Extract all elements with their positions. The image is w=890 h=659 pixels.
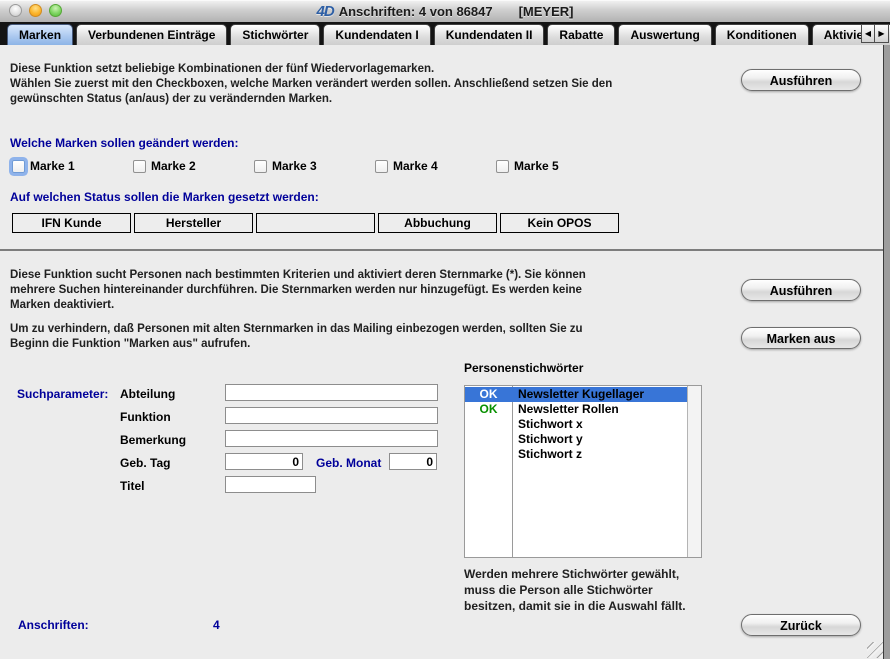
checkbox-item-marke-2: Marke 2 xyxy=(133,159,254,173)
app-window: 4D Anschriften: 4 von 86847 [MEYER] Mark… xyxy=(0,0,890,659)
tab-auswertung[interactable]: Auswertung xyxy=(618,24,711,45)
list-item[interactable]: Stichwort y xyxy=(465,432,688,447)
tab-scroll-right-button[interactable]: ▶ xyxy=(875,24,889,43)
section1-intro-text: Diese Funktion setzt beliebige Kombinati… xyxy=(10,62,740,107)
tab-kundendaten-2[interactable]: Kundendaten II xyxy=(434,24,545,45)
zoom-button[interactable] xyxy=(49,4,62,17)
checkbox-item-marke-1: Marke 1 xyxy=(12,159,133,173)
titel-label: Titel xyxy=(120,479,144,493)
checkbox-marke-4[interactable] xyxy=(375,160,388,173)
checkbox-label: Marke 2 xyxy=(151,159,196,173)
keyword-label: Stichwort y xyxy=(512,432,583,447)
checkbox-label: Marke 3 xyxy=(272,159,317,173)
keyword-status xyxy=(465,432,512,447)
keywords-heading: Personenstichwörter xyxy=(464,361,583,375)
execute-search-button[interactable]: Ausführen xyxy=(741,279,861,301)
abteilung-label: Abteilung xyxy=(120,387,175,401)
checkbox-label: Marke 1 xyxy=(30,159,75,173)
list-scrollbar[interactable] xyxy=(687,386,701,557)
window-controls xyxy=(9,4,62,17)
tab-marken[interactable]: Marken xyxy=(7,24,73,45)
list-item[interactable]: Stichwort z xyxy=(465,447,688,462)
checkbox-label: Marke 4 xyxy=(393,159,438,173)
checkbox-marke-2[interactable] xyxy=(133,160,146,173)
abteilung-field[interactable] xyxy=(225,384,438,401)
titel-field[interactable] xyxy=(225,476,316,493)
keyword-status: OK xyxy=(465,387,512,402)
section2-warning-text: Um zu verhindern, daß Personen mit alten… xyxy=(10,322,740,352)
keywords-note: Werden mehrere Stichwörter gewählt, muss… xyxy=(464,566,686,614)
window-title: 4D Anschriften: 4 von 86847 [MEYER] xyxy=(317,3,574,20)
back-button[interactable]: Zurück xyxy=(741,614,861,636)
bemerkung-field[interactable] xyxy=(225,430,438,447)
keyword-status xyxy=(465,447,512,462)
funktion-field[interactable] xyxy=(225,407,438,424)
window-edge-scrollbar[interactable] xyxy=(883,45,890,659)
bemerkung-label: Bemerkung xyxy=(120,433,186,447)
app-logo-4d-icon: 4D xyxy=(317,3,334,20)
keyword-status xyxy=(465,417,512,432)
keyword-status: OK xyxy=(465,402,512,417)
execute-marks-button[interactable]: Ausführen xyxy=(741,69,861,91)
anschriften-count-label: Anschriften: xyxy=(18,618,89,632)
keyword-label: Newsletter Kugellager xyxy=(512,387,644,402)
checkbox-marke-5[interactable] xyxy=(496,160,509,173)
status-cell-row: IFN Kunde Hersteller Abbuchung Kein OPOS xyxy=(12,213,619,233)
section2-intro-text: Diese Funktion sucht Personen nach besti… xyxy=(10,268,740,313)
status-cell-hersteller[interactable]: Hersteller xyxy=(134,213,253,233)
title-bar: 4D Anschriften: 4 von 86847 [MEYER] xyxy=(0,0,890,23)
resize-grip[interactable] xyxy=(867,642,883,658)
list-item[interactable]: OK Newsletter Rollen xyxy=(465,402,688,417)
geb-tag-label: Geb. Tag xyxy=(120,456,170,470)
geb-monat-label: Geb. Monat xyxy=(316,456,381,470)
list-item[interactable]: OK Newsletter Kugellager xyxy=(465,387,688,402)
tab-bar: Marken Verbundenen Einträge Stichwörter … xyxy=(0,22,890,45)
geb-tag-field[interactable] xyxy=(225,453,303,470)
marks-heading: Welche Marken sollen geändert werden: xyxy=(10,136,239,150)
status-cell-abbuchung[interactable]: Abbuchung xyxy=(378,213,497,233)
keywords-listbox: OK Newsletter Kugellager OK Newsletter R… xyxy=(464,385,702,558)
tab-scroll-controls: ◀ ▶ xyxy=(861,24,889,43)
keywords-rows: OK Newsletter Kugellager OK Newsletter R… xyxy=(465,387,688,462)
minimize-button[interactable] xyxy=(29,4,42,17)
tab-scroll-left-button[interactable]: ◀ xyxy=(861,24,875,43)
tab-verbundenen-eintraege[interactable]: Verbundenen Einträge xyxy=(76,24,227,45)
checkbox-item-marke-5: Marke 5 xyxy=(496,159,617,173)
keyword-label: Stichwort x xyxy=(512,417,583,432)
checkbox-label: Marke 5 xyxy=(514,159,559,173)
window-title-suffix: [MEYER] xyxy=(519,4,574,19)
marks-off-button[interactable]: Marken aus xyxy=(741,327,861,349)
keyword-label: Newsletter Rollen xyxy=(512,402,619,417)
search-parameters-label: Suchparameter: xyxy=(17,387,108,401)
status-heading: Auf welchen Status sollen die Marken ges… xyxy=(10,190,319,204)
tab-stichwoerter[interactable]: Stichwörter xyxy=(230,24,320,45)
status-cell-ifn-kunde[interactable]: IFN Kunde xyxy=(12,213,131,233)
tab-konditionen[interactable]: Konditionen xyxy=(715,24,809,45)
checkbox-marke-1[interactable] xyxy=(12,160,25,173)
tab-rabatte[interactable]: Rabatte xyxy=(547,24,615,45)
status-cell-empty[interactable] xyxy=(256,213,375,233)
window-title-text: Anschriften: 4 von 86847 xyxy=(339,4,493,19)
checkbox-marke-3[interactable] xyxy=(254,160,267,173)
close-button[interactable] xyxy=(9,4,22,17)
list-item[interactable]: Stichwort x xyxy=(465,417,688,432)
checkbox-item-marke-3: Marke 3 xyxy=(254,159,375,173)
section-divider xyxy=(0,249,883,251)
anschriften-count-value: 4 xyxy=(213,618,220,632)
keyword-label: Stichwort z xyxy=(512,447,582,462)
marks-checkbox-row: Marke 1 Marke 2 Marke 3 Marke 4 Marke 5 xyxy=(12,159,617,173)
funktion-label: Funktion xyxy=(120,410,171,424)
tab-kundendaten-1[interactable]: Kundendaten I xyxy=(323,24,430,45)
status-cell-kein-opos[interactable]: Kein OPOS xyxy=(500,213,619,233)
geb-monat-field[interactable] xyxy=(389,453,437,470)
checkbox-item-marke-4: Marke 4 xyxy=(375,159,496,173)
